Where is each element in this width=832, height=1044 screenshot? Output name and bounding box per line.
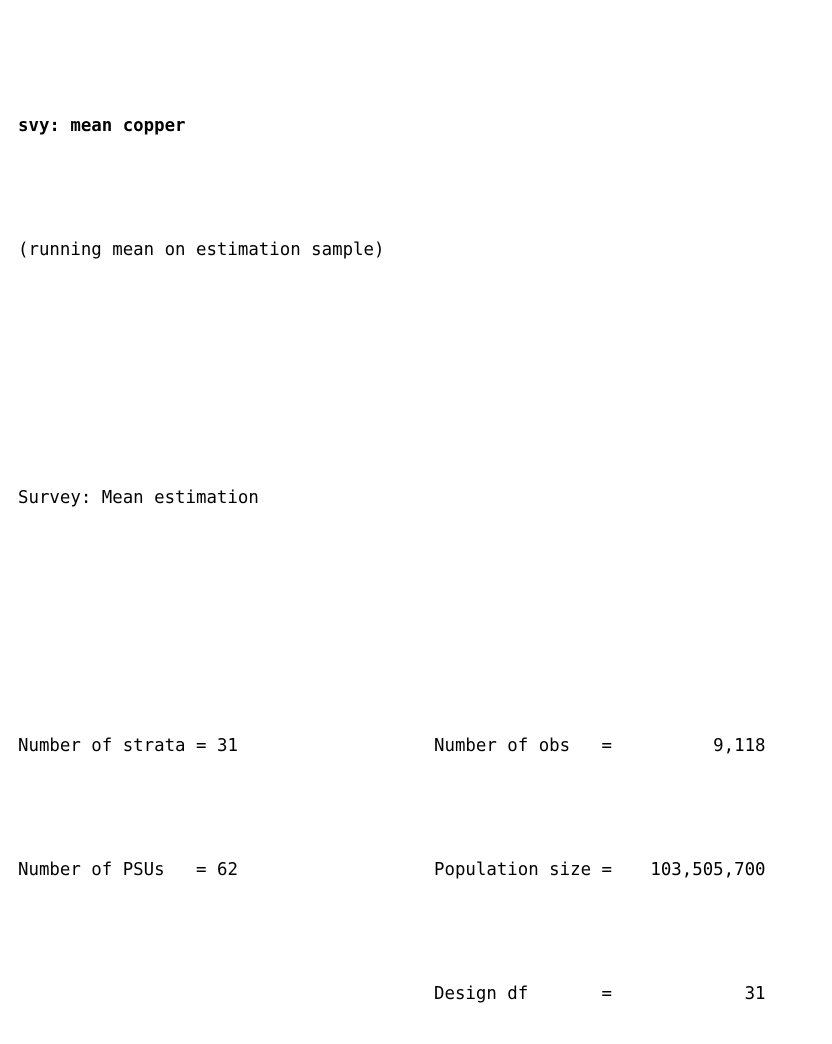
stats-row-1: Number of strata = 31 Number of obs = 9,1…	[18, 731, 818, 762]
stat-psus-eq: =	[196, 860, 207, 880]
stat-obs-label: Number of obs	[434, 736, 592, 756]
command-line: svy: mean copper	[18, 116, 186, 136]
stats-row-2: Number of PSUs = 62 Population size = 103…	[18, 855, 818, 886]
stat-obs-eq: =	[601, 736, 613, 756]
spacer-1	[18, 359, 818, 390]
stat-popsize-eq: =	[601, 860, 613, 880]
stat-strata-eq: =	[196, 736, 207, 756]
stat-psus: Number of PSUs = 62	[18, 855, 434, 886]
stat-strata-label: Number of strata	[18, 736, 186, 756]
stata-console-output: svy: mean copper (running mean on estima…	[18, 18, 818, 1044]
running-note-line: (running mean on estimation sample)	[18, 240, 385, 260]
stat-designdf: Design df = 31	[434, 979, 766, 1010]
stats-row-3: Design df = 31	[18, 979, 818, 1010]
stat-strata-value: 31	[216, 736, 238, 756]
stat-popsize-label: Population size	[434, 860, 592, 880]
stat-psus-label: Number of PSUs	[18, 860, 186, 880]
stat-popsize: Population size = 103,505,700	[434, 855, 766, 886]
stat-designdf-label: Design df	[434, 984, 592, 1004]
stat-strata: Number of strata = 31	[18, 731, 434, 762]
stat-psus-value: 62	[216, 860, 238, 880]
spacer-2	[18, 607, 818, 638]
survey-title-line: Survey: Mean estimation	[18, 488, 259, 508]
stat-popsize-value: 103,505,700	[650, 860, 766, 880]
stat-designdf-eq: =	[601, 984, 613, 1004]
stat-designdf-value: 31	[744, 984, 766, 1004]
stat-obs: Number of obs = 9,118	[434, 731, 766, 762]
stat-obs-value: 9,118	[713, 736, 766, 756]
